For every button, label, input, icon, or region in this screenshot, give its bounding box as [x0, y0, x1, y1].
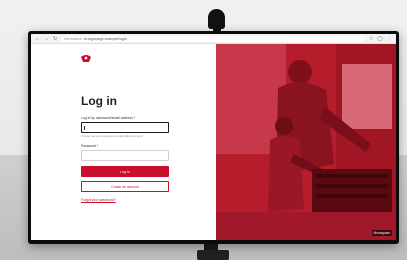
url-text: rb-loginpage.example/login	[83, 36, 127, 41]
hero-photo	[216, 44, 396, 240]
security-indicator: Not secure	[64, 36, 82, 41]
browser-actions: ☆ ◯ ⋮	[369, 34, 392, 44]
forgot-password-link[interactable]: Forgot your password?	[81, 198, 116, 202]
password-label: Password *	[81, 144, 99, 148]
email-hint: You can use your username or email addre…	[81, 135, 143, 138]
email-label: Log in by username/email address *	[81, 116, 136, 120]
brand-logo	[81, 55, 91, 62]
arrow-left-icon[interactable]: ←	[35, 34, 40, 44]
login-button[interactable]: Log in	[81, 166, 169, 177]
profile-icon[interactable]: ◯	[377, 34, 383, 44]
browser-toolbar: ← → ↻ Not secure rb-loginpage.example/lo…	[31, 34, 396, 44]
address-bar[interactable]: Not secure rb-loginpage.example/login	[61, 35, 365, 42]
page-title: Log in	[81, 94, 117, 108]
screen: ← → ↻ Not secure rb-loginpage.example/lo…	[31, 34, 396, 240]
create-account-button[interactable]: Create an account	[81, 181, 169, 192]
password-field[interactable]	[81, 150, 169, 161]
reload-icon[interactable]: ↻	[53, 34, 57, 44]
arrow-right-icon[interactable]: →	[44, 34, 49, 44]
language-badge[interactable]: Monospace	[371, 230, 392, 236]
webcam	[208, 9, 225, 29]
text-caret	[84, 126, 85, 130]
email-field[interactable]	[81, 122, 169, 133]
star-icon[interactable]: ☆	[369, 34, 373, 44]
monitor-stand-base	[197, 250, 229, 260]
hero-image: Monospace	[216, 44, 396, 240]
menu-icon[interactable]: ⋮	[387, 34, 392, 44]
monitor: ← → ↻ Not secure rb-loginpage.example/lo…	[28, 31, 399, 244]
login-panel: Log in Log in by username/email address …	[31, 44, 216, 240]
